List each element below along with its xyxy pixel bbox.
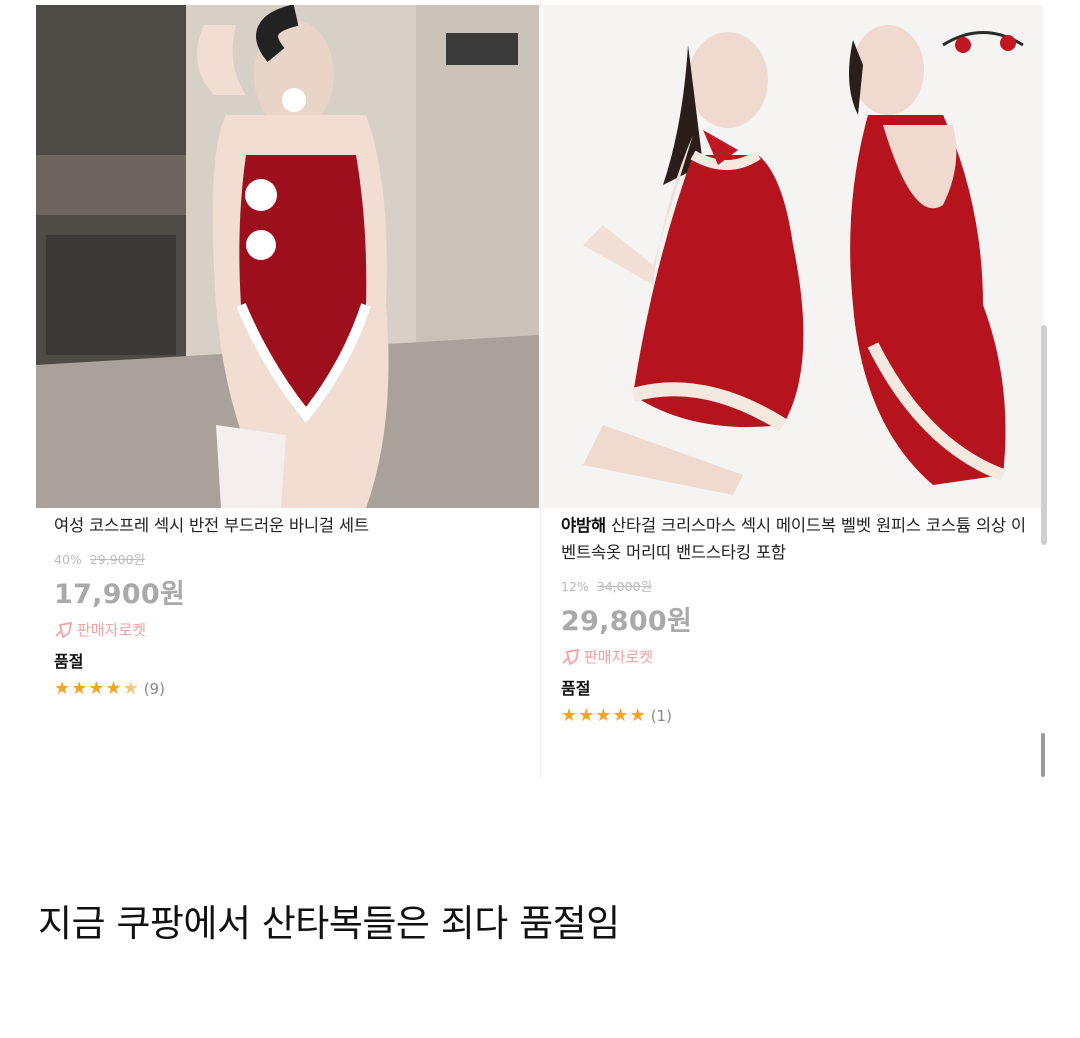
review-count: (1): [650, 707, 672, 725]
rating: ★ ★ ★ ★ ★ (1): [561, 705, 1032, 726]
seller-rocket-badge: 판매자로켓: [54, 619, 528, 640]
product-title[interactable]: 여성 코스프레 섹시 반전 부드러운 바니걸 세트: [54, 512, 528, 539]
product-title-text[interactable]: 여성 코스프레 섹시 반전 부드러운 바니걸 세트: [54, 516, 369, 535]
badge-label: 판매자로켓: [77, 621, 147, 639]
sale-price: 29,800원: [561, 606, 693, 637]
product-card[interactable]: 여성 코스프레 섹시 반전 부드러운 바니걸 세트 40% 29,900원 17…: [36, 0, 540, 778]
review-count: (9): [143, 680, 165, 698]
rocket-icon: [562, 648, 580, 665]
product-title-text[interactable]: 산타걸 크리스마스 섹시 메이드복 벨벳 원피스 코스튬 의상 이벤트속옷 머리…: [561, 516, 1026, 562]
seller-rocket-badge: 판매자로켓: [561, 646, 1032, 667]
star-rating-icon: ★ ★ ★ ★ ★: [54, 678, 139, 699]
discount-percent: 12%: [561, 579, 589, 594]
rating: ★ ★ ★ ★ ★ (9): [54, 678, 528, 699]
sold-out-status: 품절: [561, 679, 591, 698]
product-image[interactable]: [543, 5, 1043, 508]
scrollbar-thumb[interactable]: [1041, 733, 1045, 777]
product-title[interactable]: 야밤해 산타걸 크리스마스 섹시 메이드복 벨벳 원피스 코스튬 의상 이벤트속…: [561, 512, 1032, 566]
product-card[interactable]: 야밤해 산타걸 크리스마스 섹시 메이드복 벨벳 원피스 코스튬 의상 이벤트속…: [540, 0, 1044, 778]
badge-label: 판매자로켓: [584, 648, 654, 666]
rocket-icon: [55, 621, 73, 638]
sold-out-status: 품절: [54, 652, 84, 671]
post-caption: 지금 쿠팡에서 산타복들은 죄다 품절임: [38, 902, 620, 945]
star-rating-icon: ★ ★ ★ ★ ★: [561, 705, 646, 726]
santa-dress-photo-icon: [543, 5, 1043, 508]
product-image[interactable]: [36, 5, 539, 508]
discount-percent: 40%: [54, 552, 82, 567]
product-listing-screenshot: 여성 코스프레 섹시 반전 부드러운 바니걸 세트 40% 29,900원 17…: [36, 0, 1044, 778]
sale-price: 17,900원: [54, 579, 186, 610]
original-price: 34,000원: [596, 579, 653, 594]
discount-row: 12% 34,000원: [561, 576, 1032, 595]
scrollbar[interactable]: [1041, 325, 1047, 545]
bunny-costume-photo-icon: [36, 5, 539, 508]
discount-row: 40% 29,900원: [54, 549, 528, 568]
brand-name[interactable]: 야밤해: [561, 516, 606, 535]
original-price: 29,900원: [89, 552, 146, 567]
